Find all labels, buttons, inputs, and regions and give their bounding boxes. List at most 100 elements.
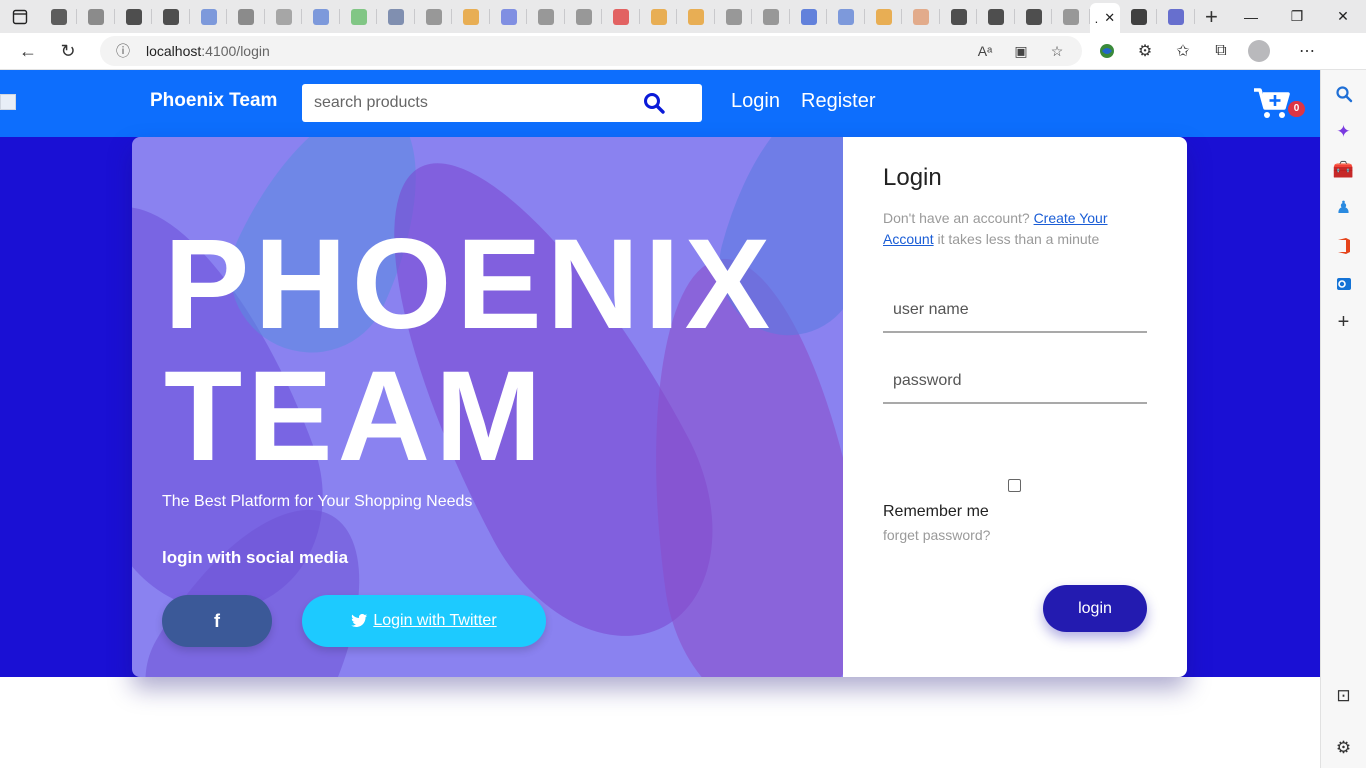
browser-tab[interactable] [677, 0, 715, 33]
remember-me-checkbox[interactable] [1008, 479, 1021, 492]
tab-actions-button[interactable] [0, 0, 40, 33]
brand-name[interactable]: Phoenix Team [150, 90, 277, 112]
favorites-icon[interactable]: ✩ [1168, 36, 1198, 66]
new-tab-button[interactable]: + [1195, 0, 1228, 33]
nav-register-link[interactable]: Register [801, 90, 875, 113]
sidebar-games-icon[interactable]: ♟ [1330, 194, 1358, 222]
minimize-icon: — [1244, 8, 1258, 25]
close-tab-icon[interactable]: ✕ [1104, 10, 1115, 26]
browser-tab[interactable] [115, 0, 153, 33]
collections-icon[interactable]: ⧉ [1206, 36, 1236, 66]
browser-tab[interactable] [490, 0, 528, 33]
page-icon [1025, 8, 1042, 25]
t-icon [350, 8, 367, 25]
browser-tab[interactable] [1015, 0, 1053, 33]
url-text[interactable]: localhost:4100/login [146, 43, 270, 59]
signup-suffix: it takes less than a minute [937, 231, 1100, 247]
browser-tab[interactable] [190, 0, 228, 33]
browser-tab[interactable] [227, 0, 265, 33]
reload-icon: ↻ [60, 40, 76, 61]
active-tab[interactable]: . ✕ [1089, 3, 1120, 33]
profile-avatar[interactable] [1244, 36, 1274, 66]
search-button[interactable] [642, 91, 666, 115]
browser-tab[interactable] [340, 0, 378, 33]
add-favorite-icon[interactable]: ☆ [1044, 38, 1070, 64]
microsoft-icon [875, 8, 892, 25]
sidebar-outlook-icon[interactable] [1330, 270, 1358, 298]
twitter-button-label: Login with Twitter [373, 612, 497, 629]
browser-tab[interactable] [902, 0, 940, 33]
browser-tab[interactable] [527, 0, 565, 33]
site-info-icon[interactable]: ⓘ [100, 41, 146, 61]
back-button[interactable]: ← [8, 35, 48, 67]
hero-title: PHOENIX TEAM [164, 213, 776, 488]
sidebar-copilot-icon[interactable]: ✦ [1330, 118, 1358, 146]
extension-globe-icon[interactable] [1092, 36, 1122, 66]
sidebar-split-icon[interactable]: ⊡ [1330, 682, 1358, 710]
browser-tab[interactable] [640, 0, 678, 33]
cart-plus-icon [1254, 88, 1290, 118]
close-window-button[interactable]: ✕ [1320, 0, 1366, 33]
address-bar[interactable]: ⓘ localhost:4100/login Aᵃ ▣ ☆ [100, 36, 1082, 66]
extensions-icon[interactable]: ⚙ [1130, 36, 1160, 66]
signup-prompt: Don't have an account? Create Your Accou… [883, 208, 1143, 250]
browser-tab[interactable] [40, 0, 78, 33]
browser-tab[interactable] [1052, 0, 1090, 33]
browser-tab[interactable] [752, 0, 790, 33]
url-path: :4100/login [201, 43, 270, 59]
settings-more-button[interactable]: ⋯ [1292, 36, 1322, 66]
facebook-login-button[interactable]: f [162, 595, 272, 647]
minimize-button[interactable]: — [1228, 0, 1274, 33]
facebook-icon: f [214, 610, 220, 631]
browser-tab[interactable] [377, 0, 415, 33]
search-bar [302, 84, 702, 122]
browser-tab[interactable] [452, 0, 490, 33]
browser-tab[interactable] [1157, 0, 1195, 33]
doc-icon [538, 8, 555, 25]
sidebar-office-icon[interactable] [1330, 232, 1358, 260]
browser-tab[interactable] [865, 0, 903, 33]
twitter-icon [351, 614, 368, 628]
password-field[interactable] [883, 360, 1147, 404]
browser-tab[interactable] [302, 0, 340, 33]
reload-button[interactable]: ↻ [48, 35, 88, 67]
search-icon [313, 8, 330, 25]
window-controls: — ❐ ✕ [1228, 0, 1366, 33]
browser-tab[interactable] [1120, 0, 1158, 33]
microsoft-icon [463, 8, 480, 25]
page-icon [763, 8, 780, 25]
browser-tab[interactable] [565, 0, 603, 33]
page-icon [88, 8, 105, 25]
immersive-reader-icon[interactable]: ▣ [1008, 38, 1034, 64]
sidebar-add-icon[interactable]: + [1330, 308, 1358, 336]
browser-tab[interactable] [827, 0, 865, 33]
forgot-password-link[interactable]: forget password? [883, 527, 990, 543]
sidebar-settings-icon[interactable]: ⚙ [1330, 734, 1358, 762]
sidebar-tools-icon[interactable]: 🧰 [1330, 156, 1358, 184]
username-field[interactable] [883, 289, 1147, 333]
b-icon [388, 8, 405, 25]
logo-image[interactable] [0, 94, 16, 110]
browser-tab[interactable] [602, 0, 640, 33]
twitter-login-button[interactable]: Login with Twitter [302, 595, 546, 647]
login-submit-button[interactable]: login [1043, 585, 1147, 632]
login-card: PHOENIX TEAM The Best Platform for Your … [132, 137, 1187, 677]
read-aloud-icon[interactable]: Aᵃ [972, 38, 998, 64]
browser-tab[interactable] [152, 0, 190, 33]
browser-tab[interactable] [940, 0, 978, 33]
angular-icon [1130, 8, 1147, 25]
search-icon [200, 8, 217, 25]
nav-login-link[interactable]: Login [731, 90, 780, 113]
browser-tab[interactable] [265, 0, 303, 33]
github-icon [163, 8, 180, 25]
link-icon [425, 8, 442, 25]
search-input[interactable] [302, 85, 632, 121]
cart-button[interactable]: 0 [1252, 86, 1308, 122]
browser-tab[interactable] [715, 0, 753, 33]
browser-tab[interactable] [415, 0, 453, 33]
browser-tab[interactable] [77, 0, 115, 33]
browser-tab[interactable] [977, 0, 1015, 33]
sidebar-search-icon[interactable] [1330, 80, 1358, 108]
restore-button[interactable]: ❐ [1274, 0, 1320, 33]
browser-tab[interactable] [790, 0, 828, 33]
